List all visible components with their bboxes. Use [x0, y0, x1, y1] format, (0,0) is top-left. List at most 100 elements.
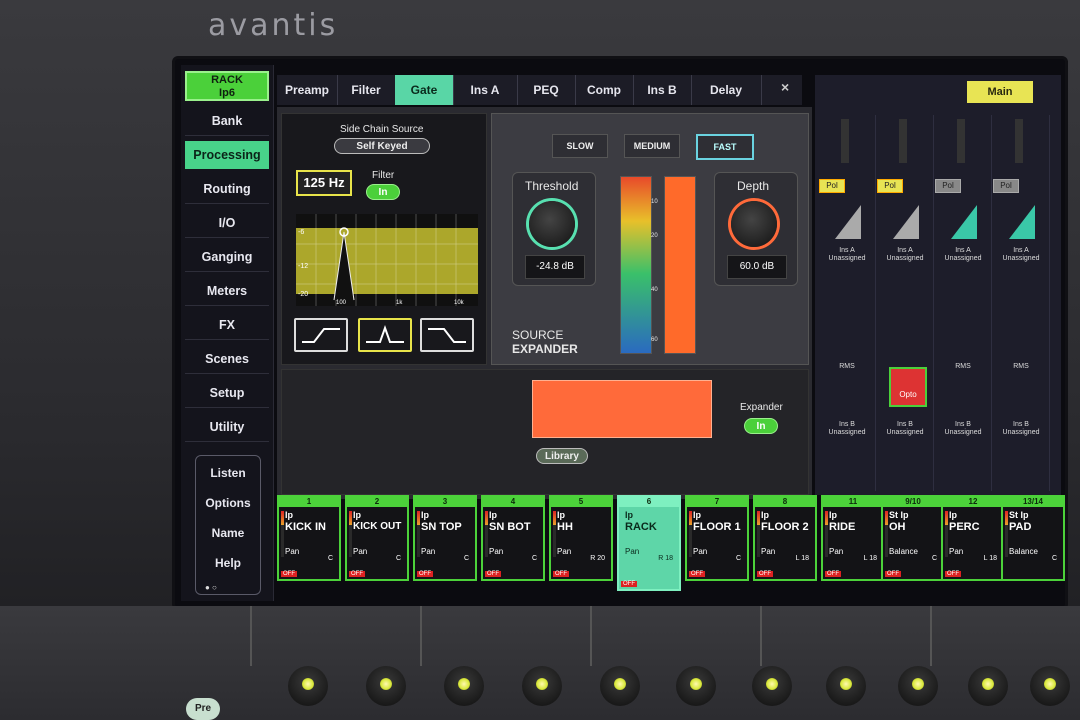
polarity-badge[interactable]: Pol	[819, 179, 845, 193]
nav-item-utility[interactable]: Utility	[185, 413, 269, 442]
tab-delay[interactable]: Delay	[691, 75, 762, 105]
close-icon[interactable]: ×	[781, 79, 789, 95]
channel-4[interactable]: 4 Ip SN BOT Pan C OFF	[481, 495, 545, 581]
meter-tick: 10	[651, 199, 658, 205]
filter-frequency[interactable]: 125 Hz	[296, 170, 352, 196]
tab-peq[interactable]: PEQ	[517, 75, 576, 105]
rms-label: RMS	[955, 363, 971, 370]
pan-label: Pan	[421, 547, 436, 556]
depth-knob-icon[interactable]	[731, 201, 777, 247]
rotary-knob[interactable]	[1030, 666, 1070, 706]
pre-button[interactable]: Pre	[186, 698, 220, 720]
lowpass-icon	[428, 328, 466, 343]
side-chain-source-button[interactable]: Self Keyed	[334, 138, 430, 154]
bandpass-shape-button[interactable]	[358, 318, 412, 352]
tab-ins-b[interactable]: Ins B	[633, 75, 692, 105]
rotary-knob[interactable]	[600, 666, 640, 706]
ins-b-value: Unassigned	[828, 429, 866, 436]
knob-led-icon	[912, 678, 924, 690]
speed-slow-button[interactable]: SLOW	[552, 134, 608, 158]
threshold-knob-icon[interactable]	[529, 201, 575, 247]
filter-curve-display[interactable]: -6 -12 -20 100 1k 10k	[296, 214, 478, 306]
channel-name: SN BOT	[489, 521, 531, 533]
channel-meter	[417, 511, 420, 557]
channel-name: KICK OUT	[353, 521, 402, 532]
nav-item-bank[interactable]: Bank	[185, 107, 269, 136]
rotary-knob[interactable]	[752, 666, 792, 706]
nav-item-scenes[interactable]: Scenes	[185, 345, 269, 374]
tab-comp[interactable]: Comp	[575, 75, 634, 105]
highpass-shape-button[interactable]	[294, 318, 348, 352]
nav-item-routing[interactable]: Routing	[185, 175, 269, 204]
polarity-badge[interactable]: Pol	[935, 179, 961, 193]
channel-6[interactable]: 6 Ip RACK Pan R 18 OFF	[617, 495, 681, 591]
strip-2[interactable]: Pol Ins A Unassigned Opto Ins B Unassign…	[877, 115, 934, 491]
freq-tick: 1k	[396, 300, 403, 306]
opto-button[interactable]: Opto	[889, 367, 927, 407]
expander-label: Expander	[740, 402, 783, 413]
nav-item-io[interactable]: I/O	[185, 209, 269, 238]
rotary-knob[interactable]	[444, 666, 484, 706]
name-button[interactable]: Name	[196, 520, 260, 546]
page-dots[interactable]: ● ○	[205, 583, 217, 592]
rotary-knob[interactable]	[288, 666, 328, 706]
speed-fast-button[interactable]: FAST	[696, 134, 754, 160]
rotary-knob[interactable]	[676, 666, 716, 706]
channel-9-10[interactable]: 9/10 St Ip OH Balance C OFF	[881, 495, 945, 581]
filter-in-button[interactable]: In	[366, 184, 400, 200]
tab-filter[interactable]: Filter	[337, 75, 396, 105]
channel-source: Ip	[285, 510, 293, 520]
rms-label: RMS	[839, 363, 855, 370]
channel-8[interactable]: 8 Ip FLOOR 2 Pan L 18 OFF	[753, 495, 817, 581]
rotary-knob[interactable]	[968, 666, 1008, 706]
nav-item-processing[interactable]: Processing	[185, 141, 269, 169]
channel-3[interactable]: 3 Ip SN TOP Pan C OFF	[413, 495, 477, 581]
threshold-control[interactable]: Threshold -24.8 dB	[512, 172, 596, 286]
nav-item-fx[interactable]: FX	[185, 311, 269, 340]
rotary-knob[interactable]	[826, 666, 866, 706]
ins-b-label: Ins B	[955, 421, 971, 428]
strip-3[interactable]: Pol Ins A Unassigned RMS Ins B Unassigne…	[935, 115, 992, 491]
speed-medium-button[interactable]: MEDIUM	[624, 134, 680, 158]
knob-led-icon	[840, 678, 852, 690]
strip-4[interactable]: Pol Ins A Unassigned RMS Ins B Unassigne…	[993, 115, 1050, 491]
tab-preamp[interactable]: Preamp	[277, 75, 338, 105]
pan-value: C	[531, 555, 537, 562]
nav-item-ganging[interactable]: Ganging	[185, 243, 269, 272]
tab-ins-a[interactable]: Ins A	[453, 75, 518, 105]
expander-in-button[interactable]: In	[744, 418, 778, 434]
tab-gate[interactable]: Gate	[395, 75, 454, 105]
off-badge: OFF	[689, 571, 705, 577]
nav-item-meters[interactable]: Meters	[185, 277, 269, 306]
channel-7[interactable]: 7 Ip FLOOR 1 Pan C OFF	[685, 495, 749, 581]
freq-tick: 10k	[454, 300, 465, 306]
polarity-badge[interactable]: Pol	[877, 179, 903, 193]
channel-2[interactable]: 2 Ip KICK OUT Pan C OFF	[345, 495, 409, 581]
channel-13-14[interactable]: 13/14 St Ip PAD Balance C	[1001, 495, 1065, 581]
channel-5[interactable]: 5 Ip HH Pan R 20 OFF	[549, 495, 613, 581]
expander-panel: Library Expander In	[281, 369, 809, 495]
knob-led-icon	[458, 678, 470, 690]
strip-fader-slot	[957, 119, 965, 163]
lowpass-shape-button[interactable]	[420, 318, 474, 352]
rotary-knob[interactable]	[522, 666, 562, 706]
rotary-knob[interactable]	[366, 666, 406, 706]
rack-button[interactable]: RACK Ip6	[185, 71, 269, 101]
polarity-badge[interactable]: Pol	[993, 179, 1019, 193]
depth-control[interactable]: Depth 60.0 dB	[714, 172, 798, 286]
library-button[interactable]: Library	[536, 448, 588, 464]
listen-button[interactable]: Listen	[196, 460, 260, 486]
strip-1[interactable]: Pol Ins A Unassigned RMS Ins B Unassigne…	[819, 115, 876, 491]
nav-item-setup[interactable]: Setup	[185, 379, 269, 408]
channel-1[interactable]: 1 Ip KICK IN Pan C OFF	[277, 495, 341, 581]
rotary-knob[interactable]	[898, 666, 938, 706]
highpass-icon	[302, 328, 340, 343]
channel-11[interactable]: 11 Ip RIDE Pan L 18 OFF	[821, 495, 885, 581]
help-button[interactable]: Help	[196, 550, 260, 576]
channel-number: 4	[483, 497, 543, 507]
main-mix-button[interactable]: Main	[967, 81, 1033, 103]
options-button[interactable]: Options	[196, 490, 260, 516]
channel-number: 7	[687, 497, 747, 507]
gate-envelope-display[interactable]	[532, 380, 712, 438]
channel-12[interactable]: 12 Ip PERC Pan L 18 OFF	[941, 495, 1005, 581]
